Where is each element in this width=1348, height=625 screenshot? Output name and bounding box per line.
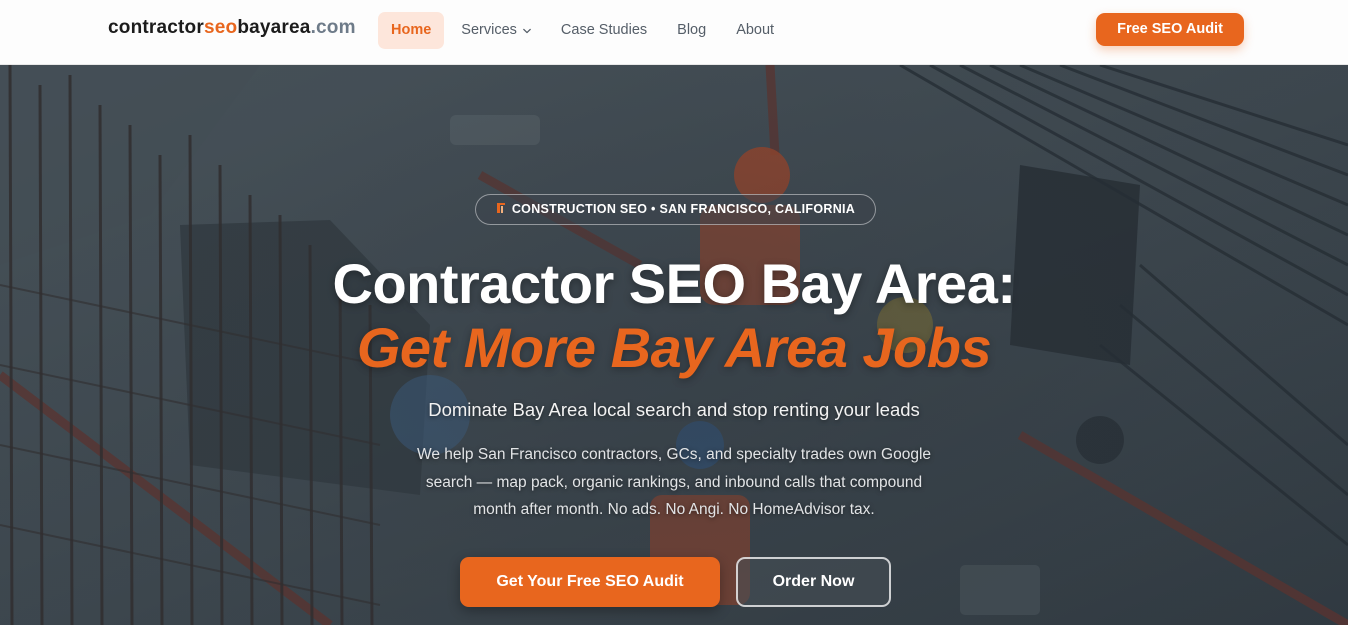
hero-badge: CONSTRUCTION SEO • SAN FRANCISCO, CALIFO… — [475, 194, 876, 225]
logo-part-contractor: contractor — [108, 17, 204, 38]
logo-part-bayarea: bayarea — [237, 17, 311, 38]
nav-link-about[interactable]: About — [723, 12, 787, 49]
top-navbar: contractorseobayarea.com Home Services C… — [0, 0, 1348, 65]
nav-link-home[interactable]: Home — [378, 12, 445, 49]
hero-title-line1: Contractor SEO Bay Area: — [332, 252, 1017, 315]
hero-badge-text: CONSTRUCTION SEO • SAN FRANCISCO, CALIFO… — [511, 202, 856, 216]
nav-link-services-label: Services — [461, 22, 517, 38]
hero-section: CONSTRUCTION SEO • SAN FRANCISCO, CALIFO… — [0, 65, 1348, 625]
chevron-down-icon — [523, 28, 531, 33]
nav-links: Home Services Case Studies Blog About — [378, 12, 791, 49]
site-logo[interactable]: contractorseobayarea.com — [108, 17, 356, 39]
nav-link-blog[interactable]: Blog — [664, 12, 719, 49]
logo-part-tld: .com — [310, 17, 356, 38]
free-seo-audit-button[interactable]: Free SEO Audit — [1096, 13, 1244, 46]
nav-link-case-studies[interactable]: Case Studies — [548, 12, 660, 49]
nav-link-services[interactable]: Services — [448, 12, 544, 49]
hero-title-line2: Get More Bay Area Jobs — [356, 316, 992, 379]
hero-subtitle: Dominate Bay Area local search and stop … — [428, 399, 920, 420]
hero-description: We help San Francisco contractors, GCs, … — [416, 446, 932, 518]
get-free-seo-audit-button[interactable]: Get Your Free SEO Audit — [460, 557, 720, 607]
building-icon — [496, 203, 505, 213]
logo-part-seo: seo — [203, 17, 238, 38]
order-now-button[interactable]: Order Now — [736, 557, 891, 607]
